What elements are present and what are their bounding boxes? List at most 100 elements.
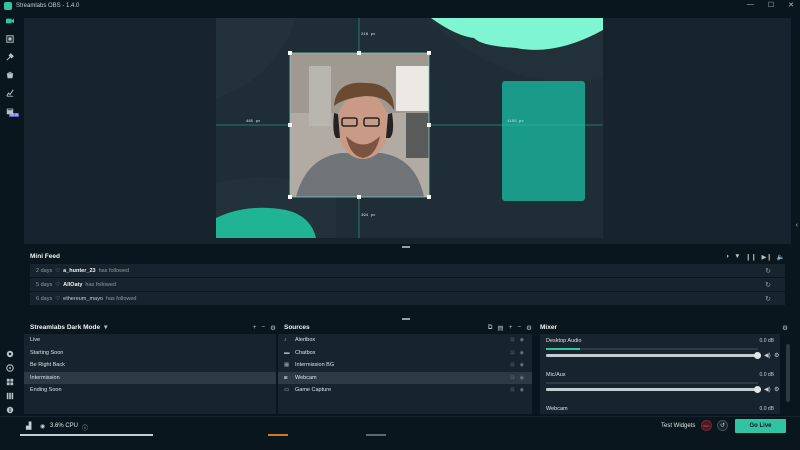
follow-icon: ♡	[55, 295, 61, 302]
timeline-marker	[366, 434, 386, 436]
source-name: Webcam	[295, 374, 317, 381]
volume-slider[interactable]	[546, 386, 761, 393]
lock-icon[interactable]: ⊡	[510, 387, 514, 393]
dashboard-icon[interactable]	[5, 349, 15, 359]
add-icon[interactable]: +	[509, 324, 513, 332]
lock-icon[interactable]: ⊡	[510, 337, 514, 343]
left-nav: NEW	[0, 12, 20, 430]
scene-item[interactable]: Live	[24, 334, 276, 347]
scene-collection-name: Streamlabs Dark Mode	[30, 323, 101, 331]
chevron-left-icon[interactable]: ‹	[796, 222, 798, 229]
source-actions: ⊡ ◉	[510, 362, 524, 368]
feed-event-user[interactable]: ethereum_mayo	[63, 296, 103, 302]
lock-icon[interactable]: ⊡	[510, 375, 514, 381]
store-icon[interactable]	[5, 70, 15, 80]
group-icon[interactable]: ⧉	[488, 324, 493, 332]
folder-icon[interactable]: ▤	[497, 324, 503, 332]
eye-icon[interactable]: ◉	[520, 337, 524, 343]
repeat-icon[interactable]: ↻	[765, 267, 771, 275]
remove-icon[interactable]: −	[261, 324, 265, 332]
gear-icon[interactable]: ⚙	[526, 324, 532, 332]
sources-panel: Sources ⧉ ▤ + − ⚙ ♪ Alertbox ⊡ ◉ ▬ Chatbo…	[278, 320, 532, 416]
repeat-icon[interactable]: ↻	[765, 295, 771, 303]
feed-event-time: 2 days	[36, 267, 53, 274]
scene-canvas[interactable]: 216 px 485 px 1155 px 394 px	[216, 18, 603, 238]
maximize-icon[interactable]: ☐	[768, 1, 774, 9]
replay-icon[interactable]: ↺	[717, 420, 728, 431]
source-name: Intermission BG	[295, 362, 335, 369]
volume-slider[interactable]	[546, 352, 761, 359]
remove-icon[interactable]: −	[517, 324, 521, 332]
gear-icon[interactable]: ⚙	[270, 324, 276, 332]
mixer-item-name: Desktop Audio	[546, 338, 582, 344]
cpu-gauge-icon: ◉	[40, 424, 46, 430]
stats-icon[interactable]	[5, 88, 15, 98]
info-icon[interactable]	[5, 405, 15, 415]
pause-icon[interactable]: ❙❙	[746, 253, 757, 261]
chevron-down-icon: ▾	[104, 324, 108, 331]
mixer-scrollbar[interactable]	[786, 344, 790, 402]
source-item[interactable]: ▦ Intermission BG ⊡ ◉	[278, 359, 532, 372]
gear-icon[interactable]: ⚙	[774, 386, 779, 393]
editor-stage[interactable]: 216 px 485 px 1155 px 394 px	[24, 18, 791, 244]
chat-icon: ▬	[284, 349, 290, 356]
scene-item[interactable]: Starting Soon	[24, 347, 276, 360]
app-title: Streamlabs OBS - 1.4.0	[16, 3, 80, 9]
webcam-feed[interactable]	[290, 53, 429, 197]
volume-icon[interactable]: 🔈	[777, 253, 785, 261]
info-icon[interactable]: ⓘ	[82, 423, 88, 432]
eye-icon[interactable]: ◉	[520, 387, 524, 393]
feed-event-user[interactable]: a_hunter_23	[63, 268, 95, 274]
filter-icon[interactable]: ▼	[734, 253, 740, 261]
scene-item-active[interactable]: Intermission	[24, 371, 276, 384]
grid-icon[interactable]	[5, 391, 15, 401]
scene-collection-select[interactable]: Streamlabs Dark Mode ▾	[24, 320, 276, 334]
repeat-icon[interactable]: ↻	[765, 281, 771, 289]
eye-icon[interactable]: ◉	[520, 350, 524, 356]
measure-top: 216 px	[361, 33, 376, 37]
speaker-icon[interactable]: ◀)	[764, 352, 771, 359]
source-item[interactable]: ▬ Chatbox ⊡ ◉	[278, 347, 532, 360]
skip-icon[interactable]: ▶❙	[761, 253, 771, 261]
sources-list: ♪ Alertbox ⊡ ◉ ▬ Chatbox ⊡ ◉ ▦ Intermissio…	[278, 334, 532, 414]
feed-event-user[interactable]: AllOaty	[63, 282, 82, 288]
mixer-item-name: Mic/Aux	[546, 372, 566, 378]
gamepad-icon: ▭	[284, 387, 290, 394]
close-icon[interactable]: ✕	[788, 1, 794, 9]
audio-meter	[546, 382, 758, 384]
add-icon[interactable]: +	[253, 324, 257, 332]
speaker-icon[interactable]: ◀)	[764, 386, 771, 393]
source-item-active[interactable]: ◙ Webcam ⊡ ◉	[278, 371, 532, 384]
main-area: 216 px 485 px 1155 px 394 px ‹ Mini Feed…	[20, 12, 800, 430]
shield-icon[interactable]: ◑	[725, 253, 729, 261]
eye-icon[interactable]: ◉	[520, 375, 524, 381]
image-icon: ▦	[284, 362, 290, 369]
go-live-button[interactable]: Go Live	[735, 419, 786, 433]
bar-chart-icon[interactable]: ▟	[26, 422, 31, 430]
mixer-item: Webcam 0.0 dB	[540, 402, 780, 414]
scene-item[interactable]: Be Right Back	[24, 359, 276, 372]
studio-icon[interactable]	[5, 16, 15, 26]
splitter-handle[interactable]	[402, 246, 410, 248]
mini-feed-title: Mini Feed	[30, 252, 60, 260]
alertbox-library-icon[interactable]	[5, 106, 15, 116]
mixer-list: Desktop Audio 0.0 dB ◀) ⚙ Mic/Aux 0.0 dB…	[540, 334, 780, 414]
lock-icon[interactable]: ⊡	[510, 350, 514, 356]
scene-item[interactable]: Ending Soon	[24, 384, 276, 397]
gear-icon[interactable]: ⚙	[774, 352, 779, 359]
gear-icon[interactable]: ⚙	[782, 324, 788, 332]
source-item[interactable]: ♪ Alertbox ⊡ ◉	[278, 334, 532, 347]
record-button[interactable]: REC	[701, 420, 712, 431]
lock-icon[interactable]: ⊡	[510, 362, 514, 368]
themes-icon[interactable]	[5, 34, 15, 44]
minimize-icon[interactable]: —	[747, 1, 754, 9]
eye-icon[interactable]: ◉	[520, 362, 524, 368]
feed-event-action: has followed	[85, 281, 116, 288]
help-icon[interactable]	[5, 363, 15, 373]
tools-icon[interactable]	[5, 52, 15, 62]
layout-icon[interactable]	[5, 377, 15, 387]
mixer-tools: ⚙	[782, 324, 788, 332]
source-item[interactable]: ▭ Game Capture ⊡ ◉	[278, 384, 532, 397]
test-widgets-button[interactable]: Test Widgets	[661, 423, 695, 429]
scenes-tools: + − ⚙	[253, 324, 276, 332]
